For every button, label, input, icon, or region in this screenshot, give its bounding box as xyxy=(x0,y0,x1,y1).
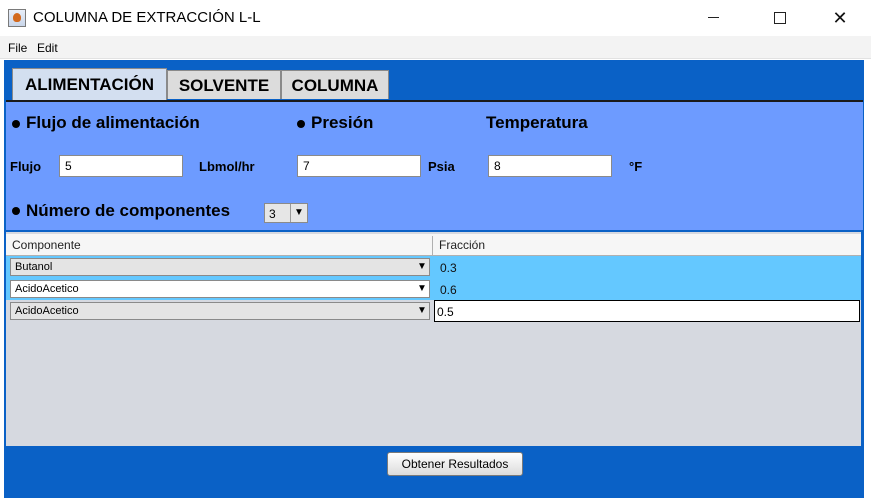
componentes-value: 3 xyxy=(269,207,276,221)
minimize-icon xyxy=(707,17,719,19)
components-table: Componente Fracción Butanol ▼ 0.3 AcidoA… xyxy=(6,232,861,446)
presion-unit: Psia xyxy=(428,159,455,174)
flujo-unit: Lbmol/hr xyxy=(199,159,255,174)
window-title: COLUMNA DE EXTRACCIÓN L-L xyxy=(33,9,261,26)
tab-alimentacion[interactable]: ALIMENTACIÓN xyxy=(12,68,167,100)
bullet-icon xyxy=(12,207,20,215)
close-icon: ✕ xyxy=(832,8,848,28)
maximize-button[interactable] xyxy=(757,0,803,36)
action-bar: Obtener Resultados xyxy=(4,446,864,498)
obtener-resultados-button[interactable]: Obtener Resultados xyxy=(387,452,523,476)
menu-file[interactable]: File xyxy=(8,41,27,55)
component-name: Butanol xyxy=(15,261,53,273)
temperatura-heading: Temperatura xyxy=(486,113,588,132)
chevron-down-icon[interactable]: ▼ xyxy=(415,281,429,297)
fraction-edit-input[interactable]: 0.5 xyxy=(434,300,860,322)
flujo-heading: Flujo de alimentación xyxy=(26,113,200,132)
flujo-input[interactable] xyxy=(59,155,183,177)
table-row[interactable]: Butanol ▼ 0.3 xyxy=(6,256,861,278)
bullet-icon xyxy=(12,120,20,128)
header-divider xyxy=(432,236,433,257)
table-header: Componente Fracción xyxy=(6,234,861,257)
temperatura-input[interactable] xyxy=(488,155,612,177)
close-button[interactable]: ✕ xyxy=(817,0,863,36)
presion-input[interactable] xyxy=(297,155,421,177)
header-fraccion[interactable]: Fracción xyxy=(439,238,485,252)
presion-heading: Presión xyxy=(311,113,374,132)
componentes-select[interactable]: 3 ▼ xyxy=(264,203,308,223)
fraction-value[interactable]: 0.6 xyxy=(440,283,457,297)
table-row[interactable]: AcidoAcetico ▼ 0.5 xyxy=(6,300,861,322)
chevron-down-icon[interactable]: ▼ xyxy=(415,303,429,319)
title-bar: COLUMNA DE EXTRACCIÓN L-L ✕ xyxy=(0,0,871,36)
componentes-heading: Número de componentes xyxy=(26,201,231,220)
component-select[interactable]: Butanol ▼ xyxy=(10,258,430,276)
maximize-icon xyxy=(774,11,786,24)
java-app-icon xyxy=(8,9,26,27)
component-select[interactable]: AcidoAcetico ▼ xyxy=(10,280,430,298)
chevron-down-icon[interactable]: ▼ xyxy=(290,204,307,222)
menu-bar: File Edit xyxy=(0,36,871,59)
bullet-icon xyxy=(297,120,305,128)
header-componente[interactable]: Componente xyxy=(12,238,81,252)
minimize-button[interactable] xyxy=(690,0,736,36)
menu-edit[interactable]: Edit xyxy=(37,41,58,55)
tab-columna[interactable]: COLUMNA xyxy=(281,70,389,99)
main-frame: ALIMENTACIÓN SOLVENTE COLUMNA Flujo de a… xyxy=(4,60,864,498)
component-select[interactable]: AcidoAcetico ▼ xyxy=(10,302,430,320)
temperatura-unit: °F xyxy=(629,159,643,174)
table-row[interactable]: AcidoAcetico ▼ 0.6 xyxy=(6,278,861,300)
fraction-value[interactable]: 0.3 xyxy=(440,261,457,275)
flujo-label: Flujo xyxy=(10,159,42,174)
chevron-down-icon[interactable]: ▼ xyxy=(415,259,429,275)
component-name: AcidoAcetico xyxy=(15,283,79,295)
feed-panel: Flujo de alimentación Presión Temperatur… xyxy=(6,102,863,230)
tab-solvente[interactable]: SOLVENTE xyxy=(167,70,281,99)
component-name: AcidoAcetico xyxy=(15,305,79,317)
